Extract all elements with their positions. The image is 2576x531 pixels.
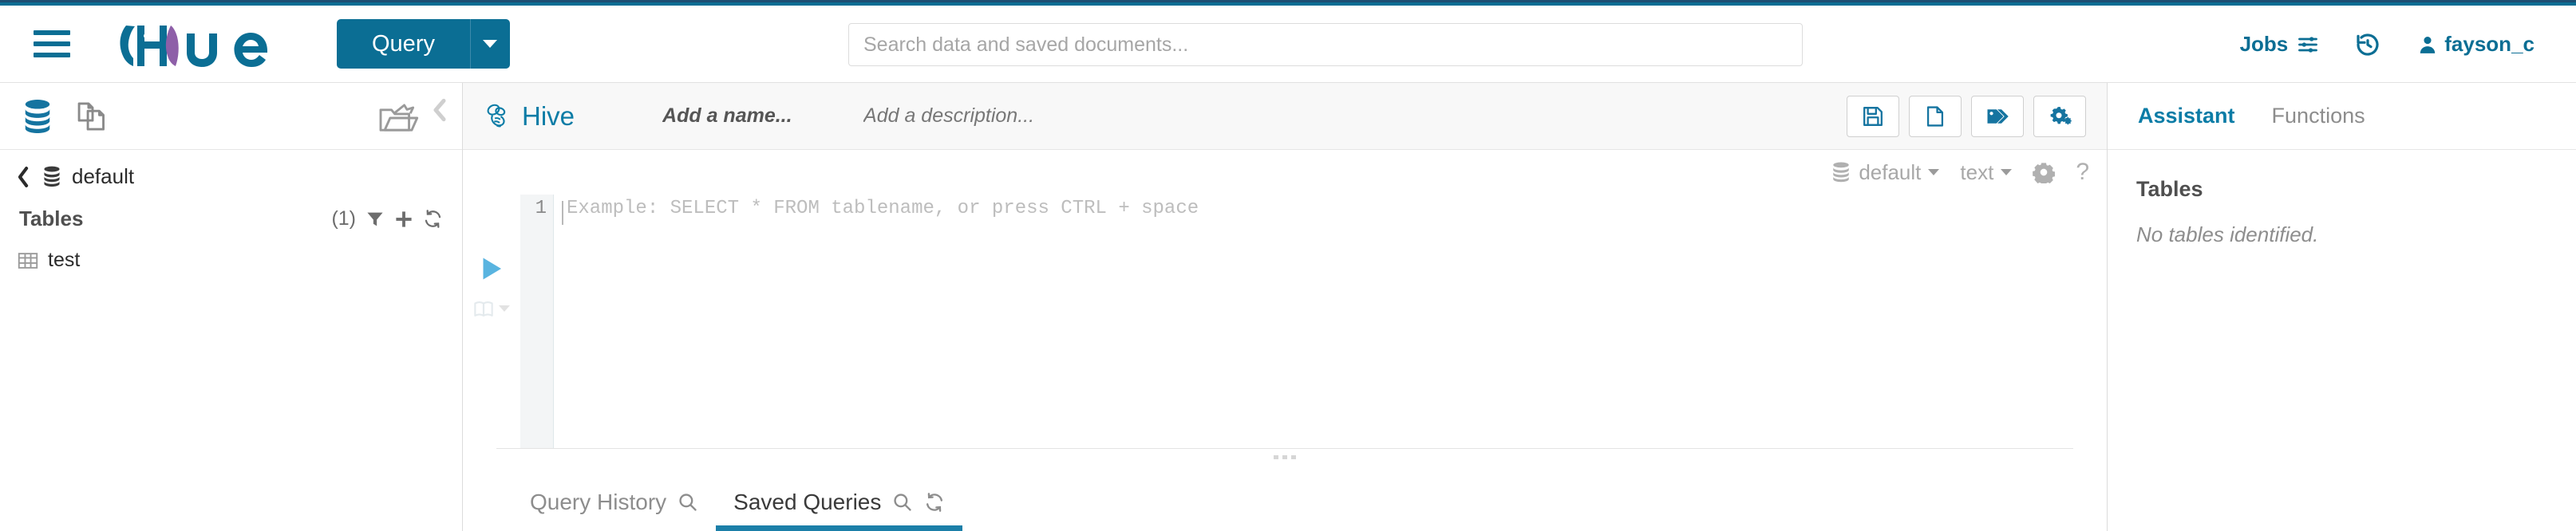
query-button-group: Query (337, 19, 510, 69)
chevron-down-icon (483, 40, 498, 48)
grip-dot (1291, 455, 1296, 459)
editor-header-buttons (1847, 95, 2086, 137)
jobs-label: Jobs (2239, 32, 2289, 56)
jobs-button[interactable]: Jobs (2240, 32, 2321, 57)
grip-dot (1274, 455, 1278, 459)
refresh-icon[interactable] (924, 492, 945, 513)
question-mark-icon: ? (2076, 159, 2089, 185)
app-body: default Tables (1) test Hive Add a name.… (0, 83, 2576, 531)
editor-settings-button[interactable] (2033, 161, 2056, 183)
settings-button[interactable] (2033, 95, 2086, 137)
chevron-down-icon (1928, 169, 1940, 175)
page-title: Hive (484, 101, 575, 132)
collapse-panel-chevron-left-icon[interactable] (429, 94, 451, 126)
editor-splitter[interactable] (496, 448, 2073, 469)
tab-assistant[interactable]: Assistant (2138, 104, 2235, 128)
save-results-button[interactable] (473, 298, 510, 319)
user-menu-button[interactable]: fayson_c (2417, 32, 2535, 57)
assistant-tabs: Assistant Functions (2108, 83, 2576, 150)
tab-label: Query History (530, 490, 667, 514)
resize-grip-icon[interactable] (1274, 455, 1296, 459)
table-name: test (48, 249, 81, 271)
line-number: 1 (535, 198, 547, 219)
gear-icon (2033, 161, 2056, 183)
database-icon[interactable] (21, 99, 54, 134)
hamburger-bar (34, 30, 70, 35)
hamburger-bar (34, 41, 70, 46)
bottom-tabs: Query History Saved Queries (463, 469, 2107, 531)
header-right-actions: Jobs fayson_c (2240, 6, 2535, 83)
hamburger-bar (34, 53, 70, 57)
database-selector-label: default (1859, 159, 1922, 184)
list-item[interactable]: test (0, 231, 462, 272)
execution-rail (463, 195, 520, 448)
execute-play-triangle-icon[interactable] (480, 255, 504, 282)
grip-dot (1282, 455, 1287, 459)
refresh-icon[interactable] (423, 209, 443, 229)
filter-icon[interactable] (365, 210, 385, 229)
hue-logo[interactable] (118, 20, 275, 68)
history-button[interactable] (2355, 32, 2380, 57)
editor-gutter: 1 (520, 195, 554, 448)
user-icon (2417, 33, 2438, 56)
breadcrumb-back-chevron-left-icon[interactable] (14, 165, 32, 189)
editor-column: Hive Add a name... Add a description... … (463, 83, 2107, 531)
history-clock-icon (2355, 32, 2380, 57)
query-name-input[interactable] (662, 104, 847, 128)
tab-saved-queries[interactable]: Saved Queries (716, 490, 963, 531)
search-icon[interactable] (892, 492, 913, 513)
username-label: fayson_c (2444, 32, 2535, 56)
tag-button[interactable] (1971, 95, 2024, 137)
editor-header: Hive (463, 83, 2107, 150)
assistant-tables-title: Tables (2136, 177, 2203, 201)
new-query-button[interactable] (1909, 95, 1962, 137)
code-editor[interactable]: 1 Example: SELECT * FROM tablename, or p… (520, 195, 2107, 448)
save-button[interactable] (1847, 95, 1899, 137)
query-description-input[interactable] (863, 104, 1199, 128)
tab-label: Saved Queries (733, 490, 882, 514)
tables-count: (1) (331, 207, 356, 230)
query-button[interactable]: Query (337, 19, 470, 69)
assistant-body: Tables No tables identified. (2108, 150, 2576, 247)
top-accent-strip (0, 0, 2576, 6)
breadcrumb[interactable]: default (0, 150, 462, 189)
open-folder-icon[interactable] (377, 100, 419, 136)
editor-subbar: default text ? (463, 150, 2107, 195)
search-icon[interactable] (678, 492, 698, 513)
code-input-area[interactable]: Example: SELECT * FROM tablename, or pre… (554, 195, 2107, 448)
top-accent-navy (0, 0, 2576, 2)
search-input[interactable] (848, 23, 1803, 66)
help-button[interactable]: ? (2076, 160, 2089, 184)
hamburger-icon[interactable] (34, 28, 70, 60)
breadcrumb-database-name: default (72, 164, 135, 188)
sliders-icon (2296, 33, 2320, 56)
left-panel-header (0, 83, 462, 150)
hive-bee-icon (484, 102, 512, 131)
result-format-selector[interactable]: text (1960, 159, 2013, 185)
chevron-down-icon (2001, 169, 2013, 175)
result-format-label: text (1960, 159, 1994, 184)
text-caret (562, 201, 563, 225)
documents-icon[interactable] (75, 99, 110, 134)
query-dropdown-button[interactable] (469, 19, 510, 69)
code-placeholder: Example: SELECT * FROM tablename, or pre… (567, 198, 1199, 219)
assistant-empty-message: No tables identified. (2136, 222, 2319, 246)
active-tab-underline (716, 525, 963, 531)
plus-icon[interactable] (394, 210, 413, 229)
global-header: Query Jobs (0, 6, 2576, 83)
breadcrumb-database-icon (41, 166, 62, 188)
tab-functions[interactable]: Functions (2272, 104, 2365, 128)
right-assistant-panel: Assistant Functions Tables No tables ide… (2107, 83, 2576, 531)
database-icon (1831, 162, 1851, 183)
tables-section-header: Tables (1) (0, 189, 462, 231)
tab-query-history[interactable]: Query History (512, 490, 716, 531)
table-icon (18, 251, 38, 270)
app-name: Hive (522, 100, 575, 131)
left-assist-panel: default Tables (1) test (0, 83, 463, 531)
editor-main: 1 Example: SELECT * FROM tablename, or p… (463, 195, 2107, 448)
tables-label: Tables (19, 206, 84, 230)
database-selector[interactable]: default (1831, 159, 1940, 185)
chevron-down-icon (499, 305, 510, 312)
